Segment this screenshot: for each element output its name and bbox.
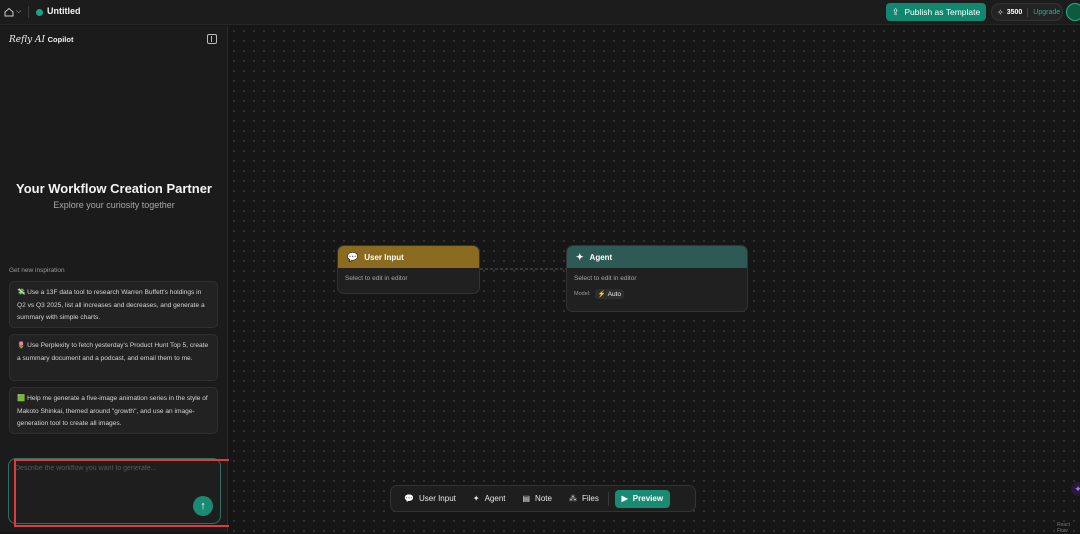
node-body: Select to edit in editor — [345, 275, 408, 282]
model-value: Auto — [607, 290, 621, 298]
inspiration-card[interactable]: 💸 Use a 13F data tool to research Warren… — [9, 281, 218, 328]
upgrade-link[interactable]: Upgrade — [1033, 9, 1060, 16]
money-emoji-icon: 💸 — [17, 289, 26, 296]
publish-as-template-button[interactable]: ⇪ Publish as Template — [886, 3, 986, 21]
inspiration-text: Use Perplexity to fetch yesterday's Prod… — [17, 342, 209, 362]
play-icon: ▶ — [621, 494, 628, 503]
preview-button[interactable]: ▶ Preview — [614, 489, 670, 508]
hero-title: Your Workflow Creation Partner — [16, 181, 212, 196]
collapse-sidebar-icon[interactable] — [207, 34, 217, 44]
add-user-input-button[interactable]: 💬 User Input — [404, 494, 456, 503]
chat-bubble-icon: 💬 — [404, 494, 414, 503]
divider — [1027, 7, 1029, 17]
node-header: 💬 User Input — [338, 246, 479, 268]
prompt-input-box: ↑ — [8, 458, 221, 524]
sparkle-icon: ✦ — [576, 251, 584, 262]
avatar[interactable] — [1066, 3, 1080, 21]
files-icon: ⁂ — [568, 494, 577, 503]
arrow-up-icon: ↑ — [200, 500, 206, 512]
brand-logo: Refly AI Copilot — [9, 34, 73, 45]
workflow-title[interactable]: Untitled — [47, 6, 81, 16]
node-title: Agent — [589, 252, 613, 262]
react-flow-attribution[interactable]: React Flow — [1057, 522, 1080, 534]
toolbar-label: Agent — [484, 494, 506, 503]
model-row: Model: ⚡ Auto — [574, 289, 740, 299]
home-icon — [4, 7, 14, 17]
send-button[interactable]: ↑ — [193, 496, 213, 516]
publish-label: Publish as Template — [904, 7, 981, 17]
add-files-button[interactable]: ⁂ Files — [569, 494, 599, 503]
canvas-toolbar: 💬 User Input ✦ Agent ▤ Note ⁂ Files ▶ Pr… — [390, 485, 696, 512]
workflow-canvas[interactable]: 💬 User Input Select to edit in editor ✦ … — [229, 26, 1080, 532]
sparkle-icon: ✧ — [997, 7, 1004, 17]
bolt-icon: ⚡ — [597, 291, 606, 298]
node-title: User Input — [364, 252, 404, 262]
brand-copilot: Copilot — [47, 35, 74, 44]
green-square-emoji-icon: 🟩 — [17, 395, 26, 402]
model-selector[interactable]: ⚡ Auto — [594, 289, 624, 299]
chevron-down-icon: ⌵ — [16, 8, 22, 15]
inspiration-text: Use a 13F data tool to research Warren B… — [17, 289, 205, 321]
node-header: ✦ Agent — [567, 246, 747, 268]
top-bar: ⌵ Untitled ⇪ Publish as Template ✧ 3500 … — [0, 0, 1080, 25]
flower-emoji-icon: 🌷 — [17, 342, 26, 349]
preview-label: Preview — [632, 494, 664, 503]
hero-subtitle: Explore your curiosity together — [53, 200, 175, 210]
inspiration-card[interactable]: 🌷 Use Perplexity to fetch yesterday's Pr… — [9, 334, 218, 381]
model-label: Model: — [574, 291, 591, 297]
user-input-node[interactable]: 💬 User Input Select to edit in editor — [337, 245, 480, 294]
inspiration-label: Get new inspiration — [9, 267, 65, 274]
divider — [607, 491, 609, 506]
home-menu-button[interactable]: ⌵ — [4, 5, 24, 19]
toolbar-label: Files — [581, 494, 599, 503]
toolbar-label: User Input — [418, 494, 456, 503]
status-dot — [36, 9, 43, 16]
inspiration-card[interactable]: 🟩 Help me generate a five-image animatio… — [9, 387, 218, 434]
add-agent-button[interactable]: ✦ Agent — [473, 494, 506, 503]
assistant-icon[interactable]: ✦ — [1071, 482, 1080, 496]
node-body: Select to edit in editor Model: ⚡ Auto — [567, 268, 747, 306]
add-note-button[interactable]: ▤ Note — [522, 494, 551, 503]
inspiration-text: Help me generate a five-image animation … — [17, 395, 208, 427]
brand-name: Refly AI — [9, 35, 46, 45]
divider — [28, 6, 29, 18]
workflow-prompt-input[interactable] — [15, 465, 210, 497]
toolbar-label: Note — [535, 494, 552, 503]
credits-badge: ✧ 3500 Upgrade — [991, 3, 1063, 21]
publish-icon: ⇪ — [891, 6, 900, 17]
sparkle-icon: ✦ — [472, 494, 480, 503]
note-icon: ▤ — [522, 494, 531, 503]
agent-node[interactable]: ✦ Agent Select to edit in editor Model: … — [566, 245, 748, 312]
chat-bubble-icon: 💬 — [347, 251, 359, 262]
copilot-sidebar: Refly AI Copilot Your Workflow Creation … — [0, 26, 228, 532]
credits-count: 3500 — [1006, 8, 1023, 16]
node-hint: Select to edit in editor — [574, 275, 637, 282]
